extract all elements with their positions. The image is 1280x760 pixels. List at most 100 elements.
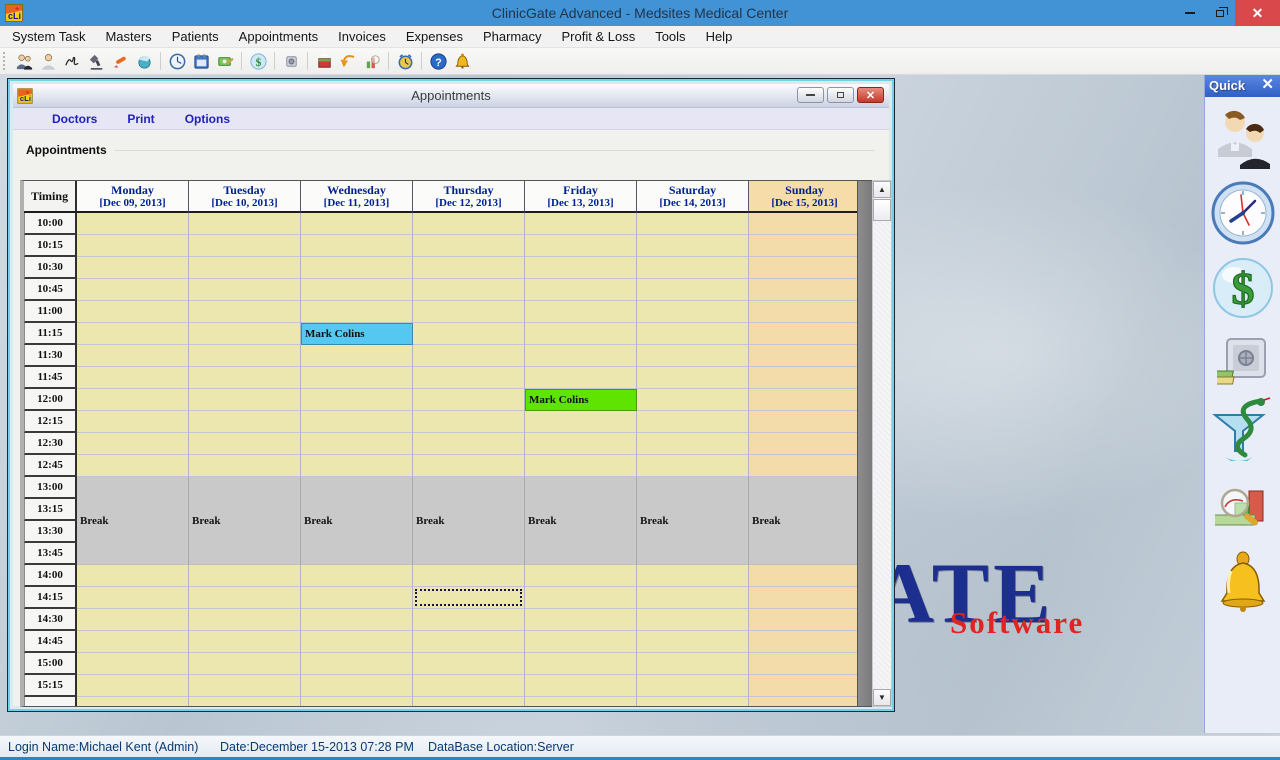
appointments-minimize-button[interactable] — [797, 87, 824, 103]
grid-cell-monday-11-45[interactable] — [77, 367, 189, 389]
grid-cell-monday-14-15[interactable] — [77, 587, 189, 609]
grid-cell-friday-11-15[interactable] — [525, 323, 637, 345]
break-cell-monday[interactable]: Break — [77, 477, 189, 565]
menu-item-profit-loss[interactable]: Profit & Loss — [552, 26, 646, 48]
grid-cell-friday-10-00[interactable] — [525, 213, 637, 235]
menu-item-appointments[interactable]: Appointments — [229, 26, 329, 48]
grid-cell-wednesday-14-00[interactable] — [301, 565, 413, 587]
reminders-alarm-icon[interactable] — [393, 50, 417, 72]
appointments-clock-icon[interactable] — [165, 50, 189, 72]
prescription-pen-icon[interactable] — [108, 50, 132, 72]
patients-people-icon[interactable] — [1214, 107, 1272, 169]
purchases-box-icon[interactable] — [312, 50, 336, 72]
grid-cell-thursday-10-15[interactable] — [413, 235, 525, 257]
grid-cell-tuesday-15-00[interactable] — [189, 653, 301, 675]
grid-cell-tuesday-10-15[interactable] — [189, 235, 301, 257]
grid-cell-friday-10-45[interactable] — [525, 279, 637, 301]
break-cell-sunday[interactable]: Break — [749, 477, 858, 565]
grid-cell-wednesday-11-45[interactable] — [301, 367, 413, 389]
break-cell-tuesday[interactable]: Break — [189, 477, 301, 565]
grid-cell-thursday-10-45[interactable] — [413, 279, 525, 301]
grid-cell-saturday-11-45[interactable] — [637, 367, 749, 389]
grid-cell-thursday-12-30[interactable] — [413, 433, 525, 455]
grid-cell-sunday-11-00[interactable] — [749, 301, 858, 323]
quick-panel-close-icon[interactable]: ✕ — [1261, 75, 1274, 93]
grid-cell-friday-11-45[interactable] — [525, 367, 637, 389]
grid-cell-wednesday-15-30[interactable] — [301, 697, 413, 707]
grid-cell-sunday-14-45[interactable] — [749, 631, 858, 653]
grid-cell-tuesday-12-45[interactable] — [189, 455, 301, 477]
grid-cell-monday-12-15[interactable] — [77, 411, 189, 433]
grid-cell-monday-11-15[interactable] — [77, 323, 189, 345]
patient-icon[interactable] — [36, 50, 60, 72]
schedule-calendar-icon[interactable] — [189, 50, 213, 72]
grid-cell-sunday-14-00[interactable] — [749, 565, 858, 587]
grid-cell-wednesday-10-00[interactable] — [301, 213, 413, 235]
grid-cell-sunday-10-45[interactable] — [749, 279, 858, 301]
stock-item-icon[interactable] — [279, 50, 303, 72]
grid-cell-thursday-11-45[interactable] — [413, 367, 525, 389]
reports-analysis-icon[interactable] — [1215, 485, 1271, 537]
break-cell-thursday[interactable]: Break — [413, 477, 525, 565]
grid-cell-friday-11-00[interactable] — [525, 301, 637, 323]
grid-cell-monday-11-30[interactable] — [77, 345, 189, 367]
grid-cell-friday-14-30[interactable] — [525, 609, 637, 631]
grid-cell-monday-11-00[interactable] — [77, 301, 189, 323]
grid-cell-saturday-11-15[interactable] — [637, 323, 749, 345]
grid-cell-saturday-10-00[interactable] — [637, 213, 749, 235]
grid-cell-wednesday-10-30[interactable] — [301, 257, 413, 279]
appointments-menu-print[interactable]: Print — [112, 112, 169, 126]
grid-cell-friday-15-00[interactable] — [525, 653, 637, 675]
grid-cell-tuesday-10-30[interactable] — [189, 257, 301, 279]
menu-item-patients[interactable]: Patients — [162, 26, 229, 48]
break-cell-wednesday[interactable]: Break — [301, 477, 413, 565]
grid-cell-saturday-10-45[interactable] — [637, 279, 749, 301]
grid-cell-tuesday-12-15[interactable] — [189, 411, 301, 433]
grid-cell-sunday-11-15[interactable] — [749, 323, 858, 345]
grid-cell-sunday-12-00[interactable] — [749, 389, 858, 411]
menu-item-invoices[interactable]: Invoices — [328, 26, 396, 48]
grid-cell-wednesday-11-00[interactable] — [301, 301, 413, 323]
grid-cell-monday-12-30[interactable] — [77, 433, 189, 455]
billing-dollar-icon[interactable]: $ — [1212, 257, 1274, 319]
grid-cell-sunday-10-30[interactable] — [749, 257, 858, 279]
menu-item-system-task[interactable]: System Task — [2, 26, 95, 48]
selected-grid-cell[interactable] — [413, 587, 525, 609]
minimize-button[interactable] — [1175, 0, 1205, 26]
grid-cell-saturday-12-00[interactable] — [637, 389, 749, 411]
grid-cell-saturday-12-15[interactable] — [637, 411, 749, 433]
grid-cell-monday-15-00[interactable] — [77, 653, 189, 675]
grid-cell-saturday-12-45[interactable] — [637, 455, 749, 477]
restore-button[interactable] — [1205, 0, 1235, 26]
grid-cell-saturday-14-00[interactable] — [637, 565, 749, 587]
billing-note-icon[interactable] — [213, 50, 237, 72]
grid-cell-tuesday-14-45[interactable] — [189, 631, 301, 653]
grid-cell-wednesday-10-45[interactable] — [301, 279, 413, 301]
grid-cell-monday-15-30[interactable] — [77, 697, 189, 707]
grid-cell-thursday-10-30[interactable] — [413, 257, 525, 279]
grid-cell-sunday-14-30[interactable] — [749, 609, 858, 631]
grid-cell-sunday-12-15[interactable] — [749, 411, 858, 433]
appointments-menu-doctors[interactable]: Doctors — [37, 112, 112, 126]
grid-cell-saturday-12-30[interactable] — [637, 433, 749, 455]
grid-cell-tuesday-11-15[interactable] — [189, 323, 301, 345]
grid-cell-saturday-11-00[interactable] — [637, 301, 749, 323]
grid-cell-wednesday-12-45[interactable] — [301, 455, 413, 477]
scrollbar-track[interactable] — [873, 221, 891, 689]
grid-cell-thursday-10-00[interactable] — [413, 213, 525, 235]
vertical-scrollbar[interactable]: ▲ ▼ — [872, 180, 892, 707]
grid-cell-wednesday-12-00[interactable] — [301, 389, 413, 411]
grid-cell-tuesday-10-00[interactable] — [189, 213, 301, 235]
grid-cell-saturday-14-45[interactable] — [637, 631, 749, 653]
grid-cell-monday-12-00[interactable] — [77, 389, 189, 411]
menu-item-tools[interactable]: Tools — [645, 26, 695, 48]
menu-item-help[interactable]: Help — [696, 26, 743, 48]
grid-cell-wednesday-14-45[interactable] — [301, 631, 413, 653]
scrollbar-thumb[interactable] — [873, 199, 891, 221]
grid-cell-saturday-14-30[interactable] — [637, 609, 749, 631]
grid-cell-tuesday-10-45[interactable] — [189, 279, 301, 301]
grid-cell-tuesday-15-30[interactable] — [189, 697, 301, 707]
grid-cell-monday-15-15[interactable] — [77, 675, 189, 697]
appointments-menu-options[interactable]: Options — [170, 112, 245, 126]
break-cell-friday[interactable]: Break — [525, 477, 637, 565]
